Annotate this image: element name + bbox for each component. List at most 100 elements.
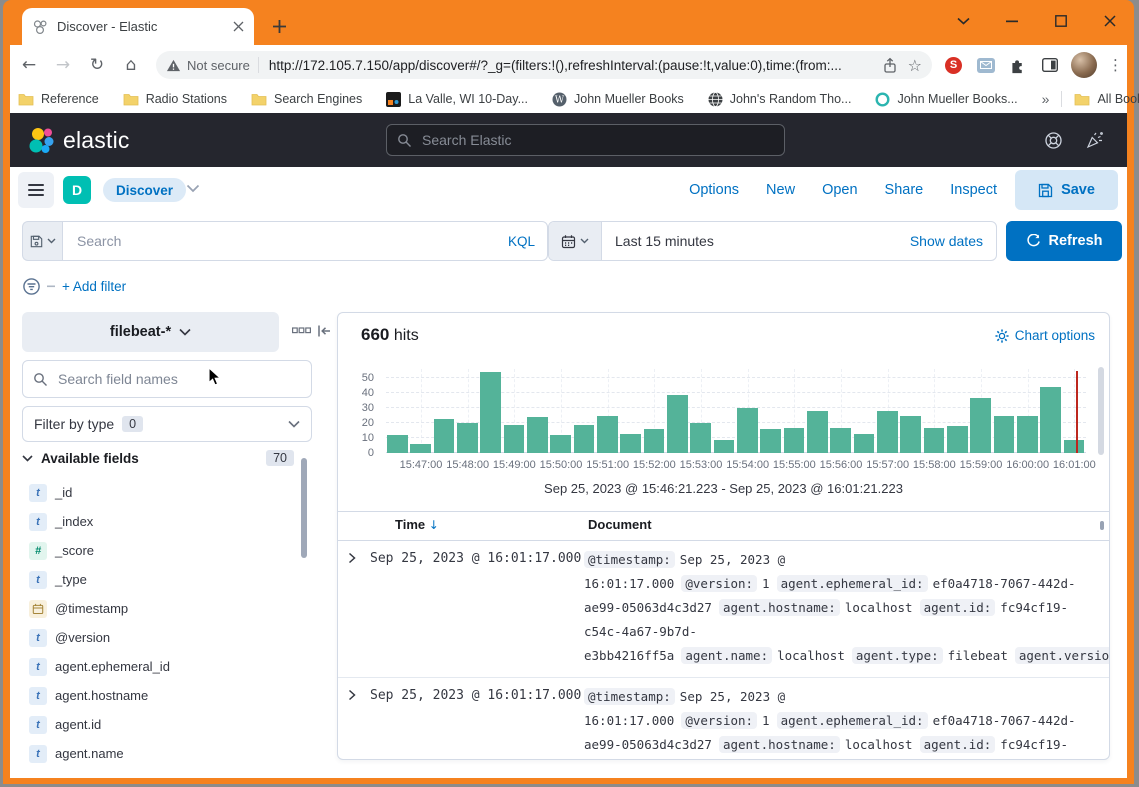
global-search[interactable] <box>386 124 785 156</box>
field-item-@version[interactable]: t@version <box>22 623 294 652</box>
breadcrumb[interactable]: Discover <box>103 178 186 202</box>
home-icon[interactable]: ⌂ <box>116 50 146 80</box>
date-picker-menu-button[interactable] <box>549 222 602 260</box>
menu-hamburger-button[interactable] <box>18 172 54 208</box>
histogram-bar[interactable] <box>1040 387 1061 453</box>
index-pattern-switcher[interactable]: filebeat-* <box>22 312 279 352</box>
histogram-bar[interactable] <box>737 408 758 453</box>
filter-by-type-select[interactable]: Filter by type 0 <box>22 406 312 442</box>
bookmark-item[interactable]: WJohn Mueller Books <box>552 92 684 107</box>
histogram-bar[interactable] <box>690 423 711 453</box>
expand-row-chevron-icon[interactable] <box>348 685 370 759</box>
minimize-icon[interactable] <box>1001 10 1023 32</box>
field-item-@timestamp[interactable]: @timestamp <box>22 594 294 623</box>
histogram-bar[interactable] <box>574 425 595 454</box>
histogram-bar[interactable] <box>504 425 525 454</box>
profile-avatar[interactable] <box>1071 52 1097 78</box>
panel-scrollbar[interactable] <box>1098 367 1104 455</box>
field-search-input[interactable] <box>56 370 301 388</box>
saved-query-menu-button[interactable] <box>22 221 62 261</box>
histogram-bar[interactable] <box>854 434 875 454</box>
bookmark-item[interactable]: La Valle, WI 10-Day... <box>386 92 528 107</box>
histogram-bar[interactable] <box>830 428 851 454</box>
bookmark-item[interactable]: John's Random Tho... <box>708 92 852 107</box>
nav-link-new[interactable]: New <box>766 182 795 198</box>
split-screen-icon[interactable] <box>1039 55 1060 76</box>
collapse-sidebar-icon[interactable] <box>316 323 332 339</box>
histogram-bar[interactable] <box>387 435 408 453</box>
add-filter-button[interactable]: + Add filter <box>62 279 126 294</box>
histogram-bar[interactable] <box>947 426 968 453</box>
field-item-agent.hostname[interactable]: tagent.hostname <box>22 681 294 710</box>
histogram-bar[interactable] <box>527 417 548 453</box>
field-item-_id[interactable]: t_id <box>22 478 294 507</box>
field-item-_type[interactable]: t_type <box>22 565 294 594</box>
histogram-bar[interactable] <box>924 428 945 454</box>
not-secure-warning-icon[interactable] <box>166 58 181 73</box>
elastic-brand[interactable]: elastic <box>28 127 130 154</box>
bookmark-item[interactable]: John Mueller Books... <box>875 92 1017 107</box>
histogram-bar[interactable] <box>994 416 1015 454</box>
nav-link-options[interactable]: Options <box>689 182 739 198</box>
field-search[interactable] <box>22 360 312 398</box>
bookmark-item[interactable]: Search Engines <box>251 92 362 106</box>
extensions-puzzle-icon[interactable] <box>1007 55 1028 76</box>
bookmarks-overflow-icon[interactable]: » <box>1042 91 1050 107</box>
sort-descending-icon[interactable]: ↓ <box>429 518 439 532</box>
table-scrollbar-thumb[interactable] <box>1100 521 1104 530</box>
field-item-agent.ephemeral_id[interactable]: tagent.ephemeral_id <box>22 652 294 681</box>
field-filters-icon[interactable] <box>292 327 311 334</box>
filter-circle-icon[interactable] <box>22 277 41 296</box>
share-icon[interactable] <box>882 57 898 74</box>
close-icon[interactable] <box>1099 10 1121 32</box>
reload-icon[interactable]: ↻ <box>82 50 112 80</box>
forward-icon[interactable]: → <box>48 50 78 80</box>
histogram-bar[interactable] <box>644 429 665 453</box>
maximize-icon[interactable] <box>1050 10 1072 32</box>
field-item-_score[interactable]: #_score <box>22 536 294 565</box>
tab-close-icon[interactable] <box>233 21 244 32</box>
bookmark-item[interactable]: Reference <box>18 92 99 106</box>
time-range-value[interactable]: Last 15 minutes <box>615 233 910 249</box>
sidebar-scrollbar[interactable] <box>301 458 307 558</box>
histogram-bar[interactable] <box>784 428 805 454</box>
histogram-bar[interactable] <box>410 444 431 453</box>
time-column-header[interactable]: Time ↓ <box>395 517 439 532</box>
search-query-input[interactable] <box>75 232 500 250</box>
chrome-menu-icon[interactable]: ⋮ <box>1108 56 1123 74</box>
url-text[interactable]: http://172.105.7.150/app/discover#/?_g=(… <box>269 58 874 73</box>
histogram-bar[interactable] <box>970 398 991 454</box>
histogram-bar[interactable] <box>667 395 688 454</box>
histogram-bar[interactable] <box>597 416 618 454</box>
field-item-agent.id[interactable]: tagent.id <box>22 710 294 739</box>
new-tab-button[interactable] <box>266 13 292 39</box>
all-bookmarks-button[interactable]: All Bookmarks <box>1074 92 1139 106</box>
mail-extension-icon[interactable] <box>975 55 996 76</box>
expand-row-chevron-icon[interactable] <box>348 548 370 668</box>
refresh-button[interactable]: Refresh <box>1006 221 1122 261</box>
nav-link-inspect[interactable]: Inspect <box>950 182 997 198</box>
back-icon[interactable]: ← <box>14 50 44 80</box>
bookmark-item[interactable]: Radio Stations <box>123 92 227 106</box>
space-badge[interactable]: D <box>63 176 91 204</box>
field-item-agent.name[interactable]: tagent.name <box>22 739 294 768</box>
histogram-bar[interactable] <box>457 423 478 453</box>
field-item-_index[interactable]: t_index <box>22 507 294 536</box>
address-bar[interactable]: Not secure http://172.105.7.150/app/disc… <box>156 51 932 79</box>
histogram-bar[interactable] <box>550 435 571 453</box>
histogram-bar[interactable] <box>760 429 781 453</box>
query-language-button[interactable]: KQL <box>508 234 535 249</box>
available-fields-header[interactable]: Available fields 70 <box>22 450 294 466</box>
histogram-bar[interactable] <box>480 372 501 453</box>
news-party-popper-icon[interactable] <box>1085 131 1105 150</box>
histogram-bar[interactable] <box>434 419 455 454</box>
histogram-bar[interactable] <box>714 440 735 454</box>
chart-options-button[interactable]: Chart options <box>995 328 1095 343</box>
nav-link-open[interactable]: Open <box>822 182 857 198</box>
histogram-plot[interactable] <box>386 369 1086 453</box>
histogram-bar[interactable] <box>877 411 898 453</box>
nav-link-share[interactable]: Share <box>885 182 924 198</box>
save-button[interactable]: Save <box>1015 170 1118 210</box>
histogram-bar[interactable] <box>1017 416 1038 454</box>
histogram-bar[interactable] <box>1064 440 1085 454</box>
